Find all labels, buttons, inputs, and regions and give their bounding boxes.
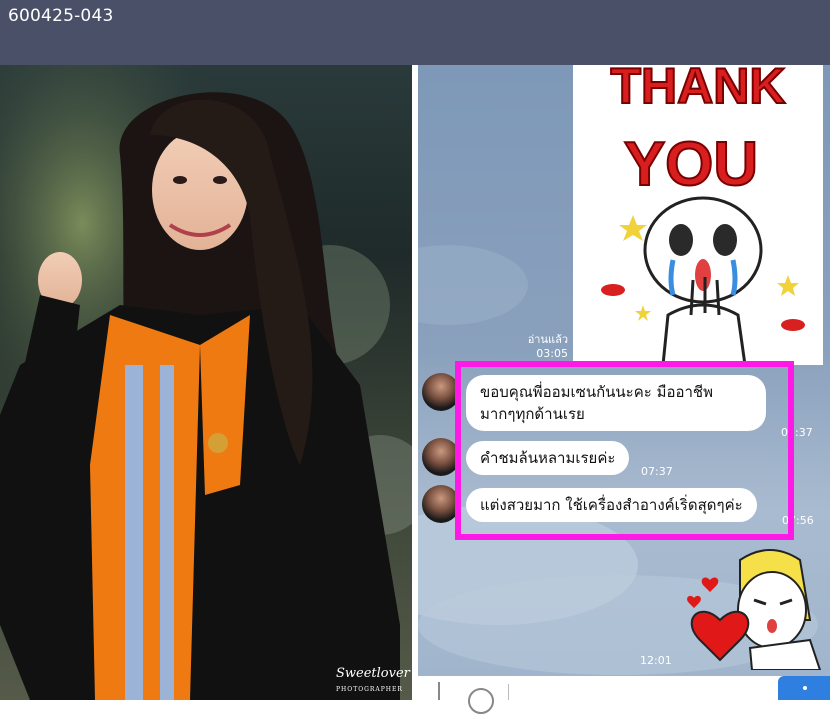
chat-input-bar [418,676,830,714]
sticker-you-text: YOU [624,130,758,199]
send-icon [803,686,807,690]
message-row: ขอบคุณพี่ออมเซนกันนะคะ มืออาชีพ มากๆทุกด… [418,370,830,440]
sticker-thank-text: THANK [611,65,786,114]
watermark-subtext: PHOTOGRAPHER [336,686,403,693]
message-time: 07:37 [641,465,673,478]
message-bubble[interactable]: คำชมล้นหลามเรยค่ะ [466,441,630,475]
top-bar: 600425-043 [0,0,830,65]
avatar[interactable] [422,485,460,523]
love-sticker[interactable] [680,540,830,671]
watermark-text: Sweetlover [336,666,410,681]
thank-you-sticker[interactable]: THANK YOU [573,65,823,367]
read-time: 03:05 [536,347,568,360]
read-label: อ่านแล้ว [527,333,568,346]
message-input[interactable] [508,684,509,700]
graduation-photo: Sweetlover PHOTOGRAPHER [0,65,412,700]
message-row: แต่งสวยมาก ใช้เครื่องสำอางค์เริ่ดสุดๆค่ะ… [418,485,830,535]
avatar[interactable] [422,373,460,411]
message-bubble[interactable]: แต่งสวยมาก ใช้เครื่องสำอางค์เริ่ดสุดๆค่ะ [466,488,757,522]
photo-illustration [0,65,412,700]
emoji-icon[interactable] [468,688,494,714]
love-sticker-art [687,549,822,671]
message-bubble[interactable]: ขอบคุณพี่ออมเซนกันนะคะ มืออาชีพ มากๆทุกด… [466,375,766,431]
sticker-time: 12:01 [640,654,672,667]
message-row: คำชมล้นหลามเรยค่ะ 07:37 [418,438,830,478]
chat-panel: THANK YOU อ่านแล้ว 03:05 ขอบคุณพี่ออมเซน… [418,65,830,700]
page-title: 600425-043 [8,6,114,26]
message-time: 07:56 [782,514,814,527]
photographer-watermark: Sweetlover PHOTOGRAPHER [336,667,410,697]
thank-you-sticker-art: THANK YOU [601,65,805,367]
add-icon[interactable] [438,682,440,700]
read-receipt: อ่านแล้ว 03:05 [528,333,568,361]
avatar[interactable] [422,438,460,476]
send-button[interactable] [778,676,830,700]
